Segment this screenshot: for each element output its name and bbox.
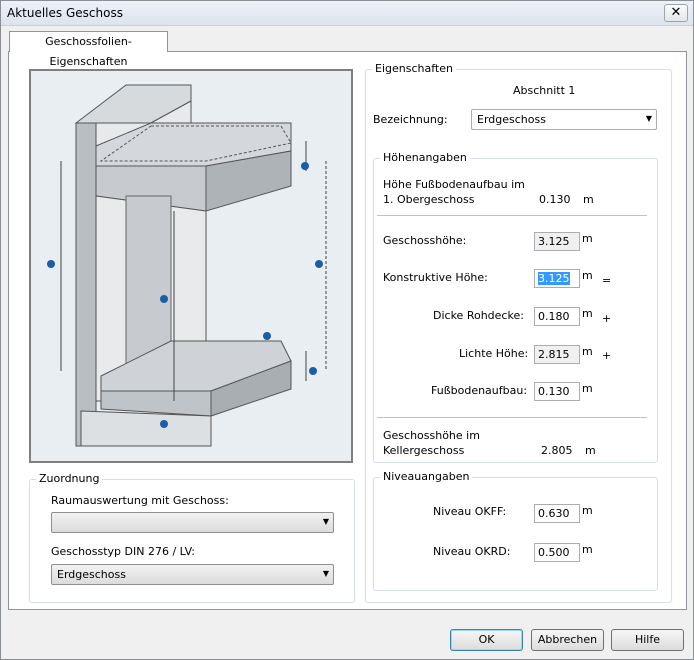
floor-section-diagram bbox=[47, 84, 327, 447]
geschosshoehe-unit: m bbox=[582, 232, 593, 245]
fussboden-og-unit: m bbox=[583, 193, 594, 206]
fussboden-og-label-2: 1. Obergeschoss bbox=[383, 193, 475, 206]
chevron-down-icon: ▼ bbox=[322, 517, 329, 526]
typ-value: Erdgeschoss bbox=[57, 568, 126, 581]
lichte-value: 2.815 bbox=[538, 348, 570, 361]
chevron-down-icon: ▼ bbox=[322, 569, 329, 578]
okrd-unit: m bbox=[582, 543, 593, 556]
dicke-value: 0.180 bbox=[538, 310, 570, 323]
raum-label: Raumauswertung mit Geschoss: bbox=[51, 494, 229, 507]
okff-field[interactable]: 0.630 bbox=[534, 504, 580, 523]
keller-label-2: Kellergeschoss bbox=[383, 444, 465, 457]
keller-value: 2.805 bbox=[541, 444, 573, 457]
konstruktive-label: Konstruktive Höhe: bbox=[383, 271, 488, 284]
bezeichnung-label: Bezeichnung: bbox=[373, 113, 448, 126]
title-bar: Aktuelles Geschoss ✕ bbox=[1, 1, 693, 26]
chevron-down-icon: ▼ bbox=[645, 114, 652, 123]
okrd-label: Niveau OKRD: bbox=[433, 545, 511, 558]
ok-button[interactable]: OK bbox=[450, 629, 523, 651]
group-label-zuordnung: Zuordnung bbox=[36, 472, 103, 485]
abschnitt-label: Abschnitt 1 bbox=[513, 84, 576, 97]
equals-sign: = bbox=[602, 274, 612, 287]
bezeichnung-select[interactable]: Erdgeschoss ▼ bbox=[471, 109, 657, 130]
close-icon: ✕ bbox=[670, 5, 682, 20]
geschosshoehe-label: Geschosshöhe: bbox=[383, 234, 467, 247]
tab-geschossfolien[interactable]: Geschossfolien-Eigenschaften bbox=[9, 31, 168, 68]
plus-sign-2: + bbox=[602, 349, 612, 362]
okff-label: Niveau OKFF: bbox=[433, 505, 507, 518]
fussboden-unit: m bbox=[582, 382, 593, 395]
konstruktive-field[interactable]: 3.125 bbox=[534, 269, 580, 288]
okff-value: 0.630 bbox=[538, 507, 570, 520]
dialog-window: Aktuelles Geschoss ✕ Geschossfolien-Eige… bbox=[0, 0, 694, 660]
typ-select[interactable]: Erdgeschoss ▼ bbox=[51, 564, 334, 585]
konstruktive-unit: m bbox=[582, 269, 593, 282]
fussboden-og-value: 0.130 bbox=[539, 193, 571, 206]
geschosshoehe-value: 3.125 bbox=[538, 235, 570, 248]
keller-label-1: Geschosshöhe im bbox=[383, 429, 480, 442]
okff-unit: m bbox=[582, 504, 593, 517]
typ-label: Geschosstyp DIN 276 / LV: bbox=[51, 545, 195, 558]
lichte-unit: m bbox=[582, 345, 593, 358]
geschosshoehe-field: 3.125 bbox=[534, 232, 580, 251]
okrd-value: 0.500 bbox=[538, 546, 570, 559]
group-label-niveauangaben: Niveauangaben bbox=[380, 470, 473, 483]
floor-illustration bbox=[29, 69, 353, 463]
fussboden-og-label-1: Höhe Fußbodenaufbau im bbox=[383, 178, 525, 191]
lichte-label: Lichte Höhe: bbox=[459, 347, 529, 360]
divider bbox=[377, 417, 647, 418]
help-button[interactable]: Hilfe bbox=[611, 629, 684, 651]
dicke-label: Dicke Rohdecke: bbox=[433, 309, 524, 322]
group-niveauangaben: Niveauangaben bbox=[373, 470, 658, 591]
dicke-unit: m bbox=[582, 307, 593, 320]
fussboden-label: Fußbodenaufbau: bbox=[431, 384, 528, 397]
raum-select[interactable]: ▼ bbox=[51, 512, 334, 533]
close-button[interactable]: ✕ bbox=[664, 4, 688, 22]
keller-unit: m bbox=[585, 444, 596, 457]
bezeichnung-value: Erdgeschoss bbox=[477, 113, 546, 126]
group-label-eigenschaften: Eigenschaften bbox=[372, 62, 456, 75]
window-title: Aktuelles Geschoss bbox=[7, 6, 123, 20]
okrd-field[interactable]: 0.500 bbox=[534, 543, 580, 562]
group-label-hoehenangaben: Höhenangaben bbox=[380, 151, 470, 164]
dicke-field[interactable]: 0.180 bbox=[534, 307, 580, 326]
lichte-field: 2.815 bbox=[534, 345, 580, 364]
fussboden-value: 0.130 bbox=[538, 385, 570, 398]
plus-sign-1: + bbox=[602, 312, 612, 325]
divider bbox=[377, 215, 647, 216]
cancel-button[interactable]: Abbrechen bbox=[531, 629, 604, 651]
konstruktive-value: 3.125 bbox=[538, 272, 570, 285]
fussboden-field[interactable]: 0.130 bbox=[534, 382, 580, 401]
